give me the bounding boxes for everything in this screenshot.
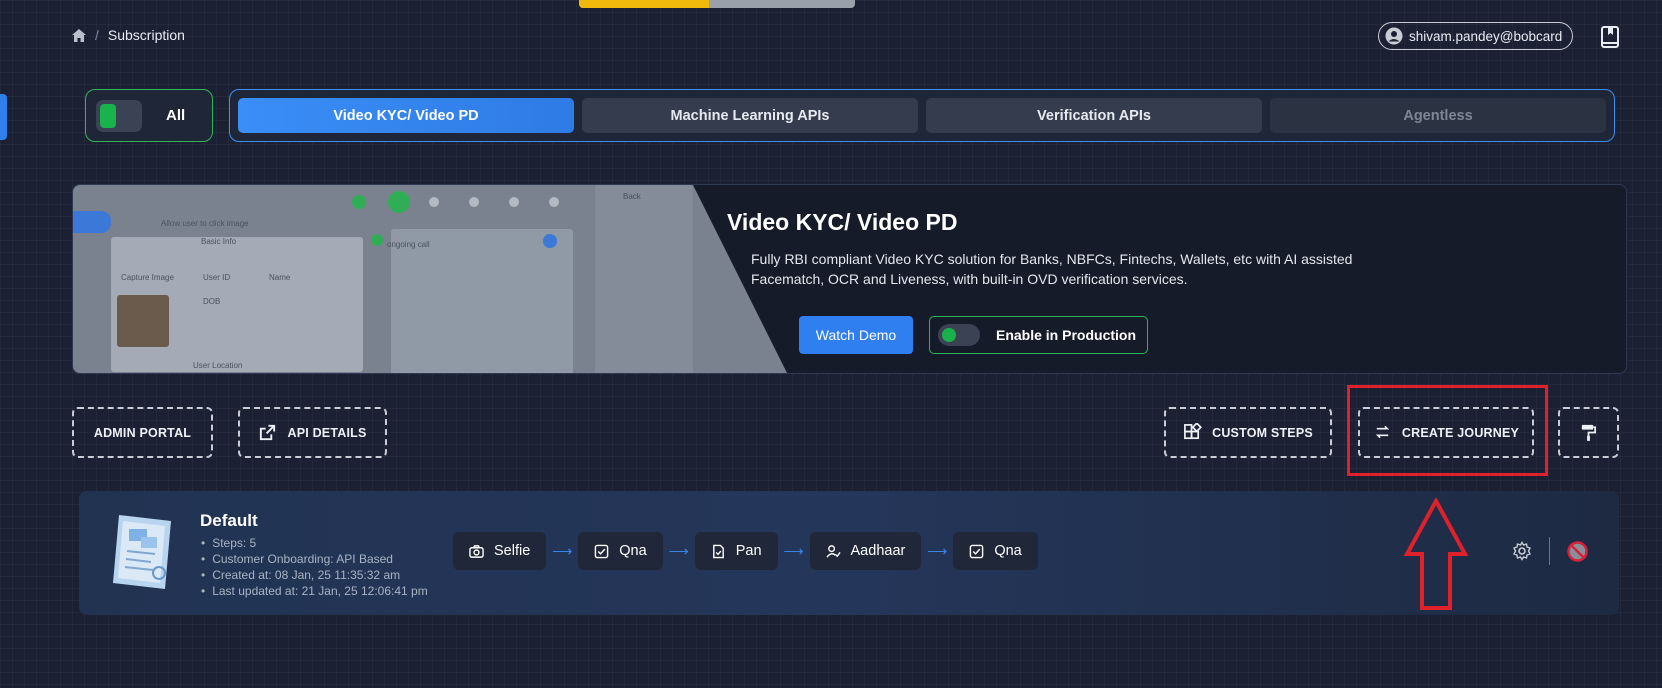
step-pan[interactable]: Pan — [694, 532, 778, 570]
toggle-knob — [942, 328, 956, 342]
home-icon[interactable] — [72, 28, 86, 42]
journey-card[interactable]: Default Steps: 5 Customer Onboarding: AP… — [79, 491, 1619, 615]
journey-created-at: Created at: 08 Jan, 25 11:35:32 am — [201, 567, 428, 583]
gear-icon[interactable] — [1512, 541, 1532, 561]
create-journey-label: CREATE JOURNEY — [1401, 425, 1520, 440]
all-toggle-switch[interactable] — [96, 99, 142, 132]
tab-agentless[interactable]: Agentless — [1270, 98, 1606, 133]
breadcrumb-separator: / — [95, 27, 99, 43]
checkbox-icon — [594, 544, 609, 558]
user-account-button[interactable]: shivam.pandey@bobcard — [1378, 22, 1574, 50]
preview-dob: DOB — [203, 297, 221, 306]
watch-demo-button[interactable]: Watch Demo — [799, 316, 913, 354]
step-label: Selfie — [494, 543, 531, 559]
step-arrow: ⟶ — [927, 542, 948, 559]
preview-allow-user: Allow user to click image — [161, 219, 249, 228]
step-qna[interactable]: Qna — [578, 532, 663, 570]
api-details-button[interactable]: API DETAILS — [238, 407, 387, 458]
preview-ongoing-call: ongoing call — [387, 240, 430, 249]
custom-steps-label: CUSTOM STEPS — [1212, 425, 1313, 440]
step-selfie[interactable]: Selfie — [453, 532, 547, 570]
journey-updated-at: Last updated at: 21 Jan, 25 12:06:41 pm — [201, 583, 428, 599]
step-label: Pan — [735, 543, 762, 559]
api-details-label: API DETAILS — [287, 425, 367, 440]
journey-meta-list: Steps: 5 Customer Onboarding: API Based … — [201, 535, 428, 599]
user-avatar-icon — [1385, 27, 1403, 45]
admin-portal-button[interactable]: ADMIN PORTAL — [72, 407, 213, 458]
step-arrow: ⟶ — [668, 542, 689, 559]
journey-onboarding-type: Customer Onboarding: API Based — [201, 551, 428, 567]
document-check-icon — [712, 544, 724, 558]
top-progress-bar — [579, 0, 855, 8]
journey-title: Default — [200, 511, 258, 530]
camera-icon — [469, 544, 484, 558]
preview-capture-image: Capture Image — [121, 273, 174, 282]
tab-video-kyc[interactable]: Video KYC/ Video PD — [238, 98, 574, 133]
breadcrumb: / Subscription — [72, 27, 185, 43]
journey-illustration-icon — [113, 515, 171, 589]
external-link-icon — [260, 424, 276, 441]
paint-roller-icon — [1581, 424, 1597, 442]
category-tabs: Video KYC/ Video PD Machine Learning API… — [229, 89, 1615, 142]
tab-machine-learning-apis[interactable]: Machine Learning APIs — [582, 98, 918, 133]
sidebar-collapse-handle[interactable] — [0, 94, 7, 140]
preview-back: Back — [623, 192, 641, 201]
top-progress-fill — [579, 0, 709, 8]
admin-portal-label: ADMIN PORTAL — [93, 425, 192, 440]
blocks-icon — [1184, 423, 1203, 440]
breadcrumb-current: Subscription — [107, 27, 185, 43]
step-arrow: ⟶ — [783, 542, 804, 559]
step-label: Qna — [994, 543, 1022, 559]
step-arrow: ⟶ — [552, 542, 573, 559]
all-label: All — [166, 107, 186, 124]
preview-name: Name — [269, 273, 291, 282]
action-divider — [1549, 537, 1550, 565]
step-label: Aadhaar — [850, 543, 906, 559]
custom-steps-button[interactable]: CUSTOM STEPS — [1164, 407, 1332, 458]
step-label: Qna — [619, 543, 647, 559]
product-hero-card: Allow user to click image Basic Info Cap… — [72, 184, 1627, 374]
product-title: Video KYC/ Video PD — [727, 209, 958, 235]
enable-production-label: Enable in Production — [996, 327, 1137, 343]
product-preview-image: Allow user to click image Basic Info Cap… — [73, 185, 788, 373]
production-toggle-switch[interactable] — [938, 324, 980, 346]
step-aadhaar[interactable]: Aadhaar — [809, 532, 922, 570]
preview-user-id: User ID — [203, 273, 231, 282]
journey-steps: Selfie ⟶ Qna ⟶ Pan ⟶ Aadhaar ⟶ Qna — [453, 532, 1038, 570]
toggle-knob — [100, 103, 116, 128]
book-icon[interactable] — [1599, 25, 1621, 49]
user-email: shivam.pandey@bobcard — [1409, 28, 1563, 44]
create-journey-button[interactable]: CREATE JOURNEY — [1358, 407, 1534, 458]
journey-steps-count: Steps: 5 — [201, 535, 428, 551]
preview-basic-info: Basic Info — [201, 237, 237, 246]
product-description: Fully RBI compliant Video KYC solution f… — [751, 251, 1353, 287]
enable-production-toggle[interactable]: Enable in Production — [929, 316, 1148, 354]
block-icon[interactable] — [1567, 541, 1588, 562]
all-filter-toggle[interactable]: All — [85, 89, 213, 142]
annotation-arrow-icon — [1404, 498, 1468, 610]
user-check-icon — [825, 544, 841, 558]
route-icon — [1375, 425, 1390, 439]
tab-verification-apis[interactable]: Verification APIs — [926, 98, 1262, 133]
theme-paint-button[interactable] — [1558, 407, 1619, 458]
step-qna-2[interactable]: Qna — [953, 532, 1038, 570]
checkbox-icon — [970, 544, 984, 558]
preview-user-location: User Location — [193, 361, 243, 370]
